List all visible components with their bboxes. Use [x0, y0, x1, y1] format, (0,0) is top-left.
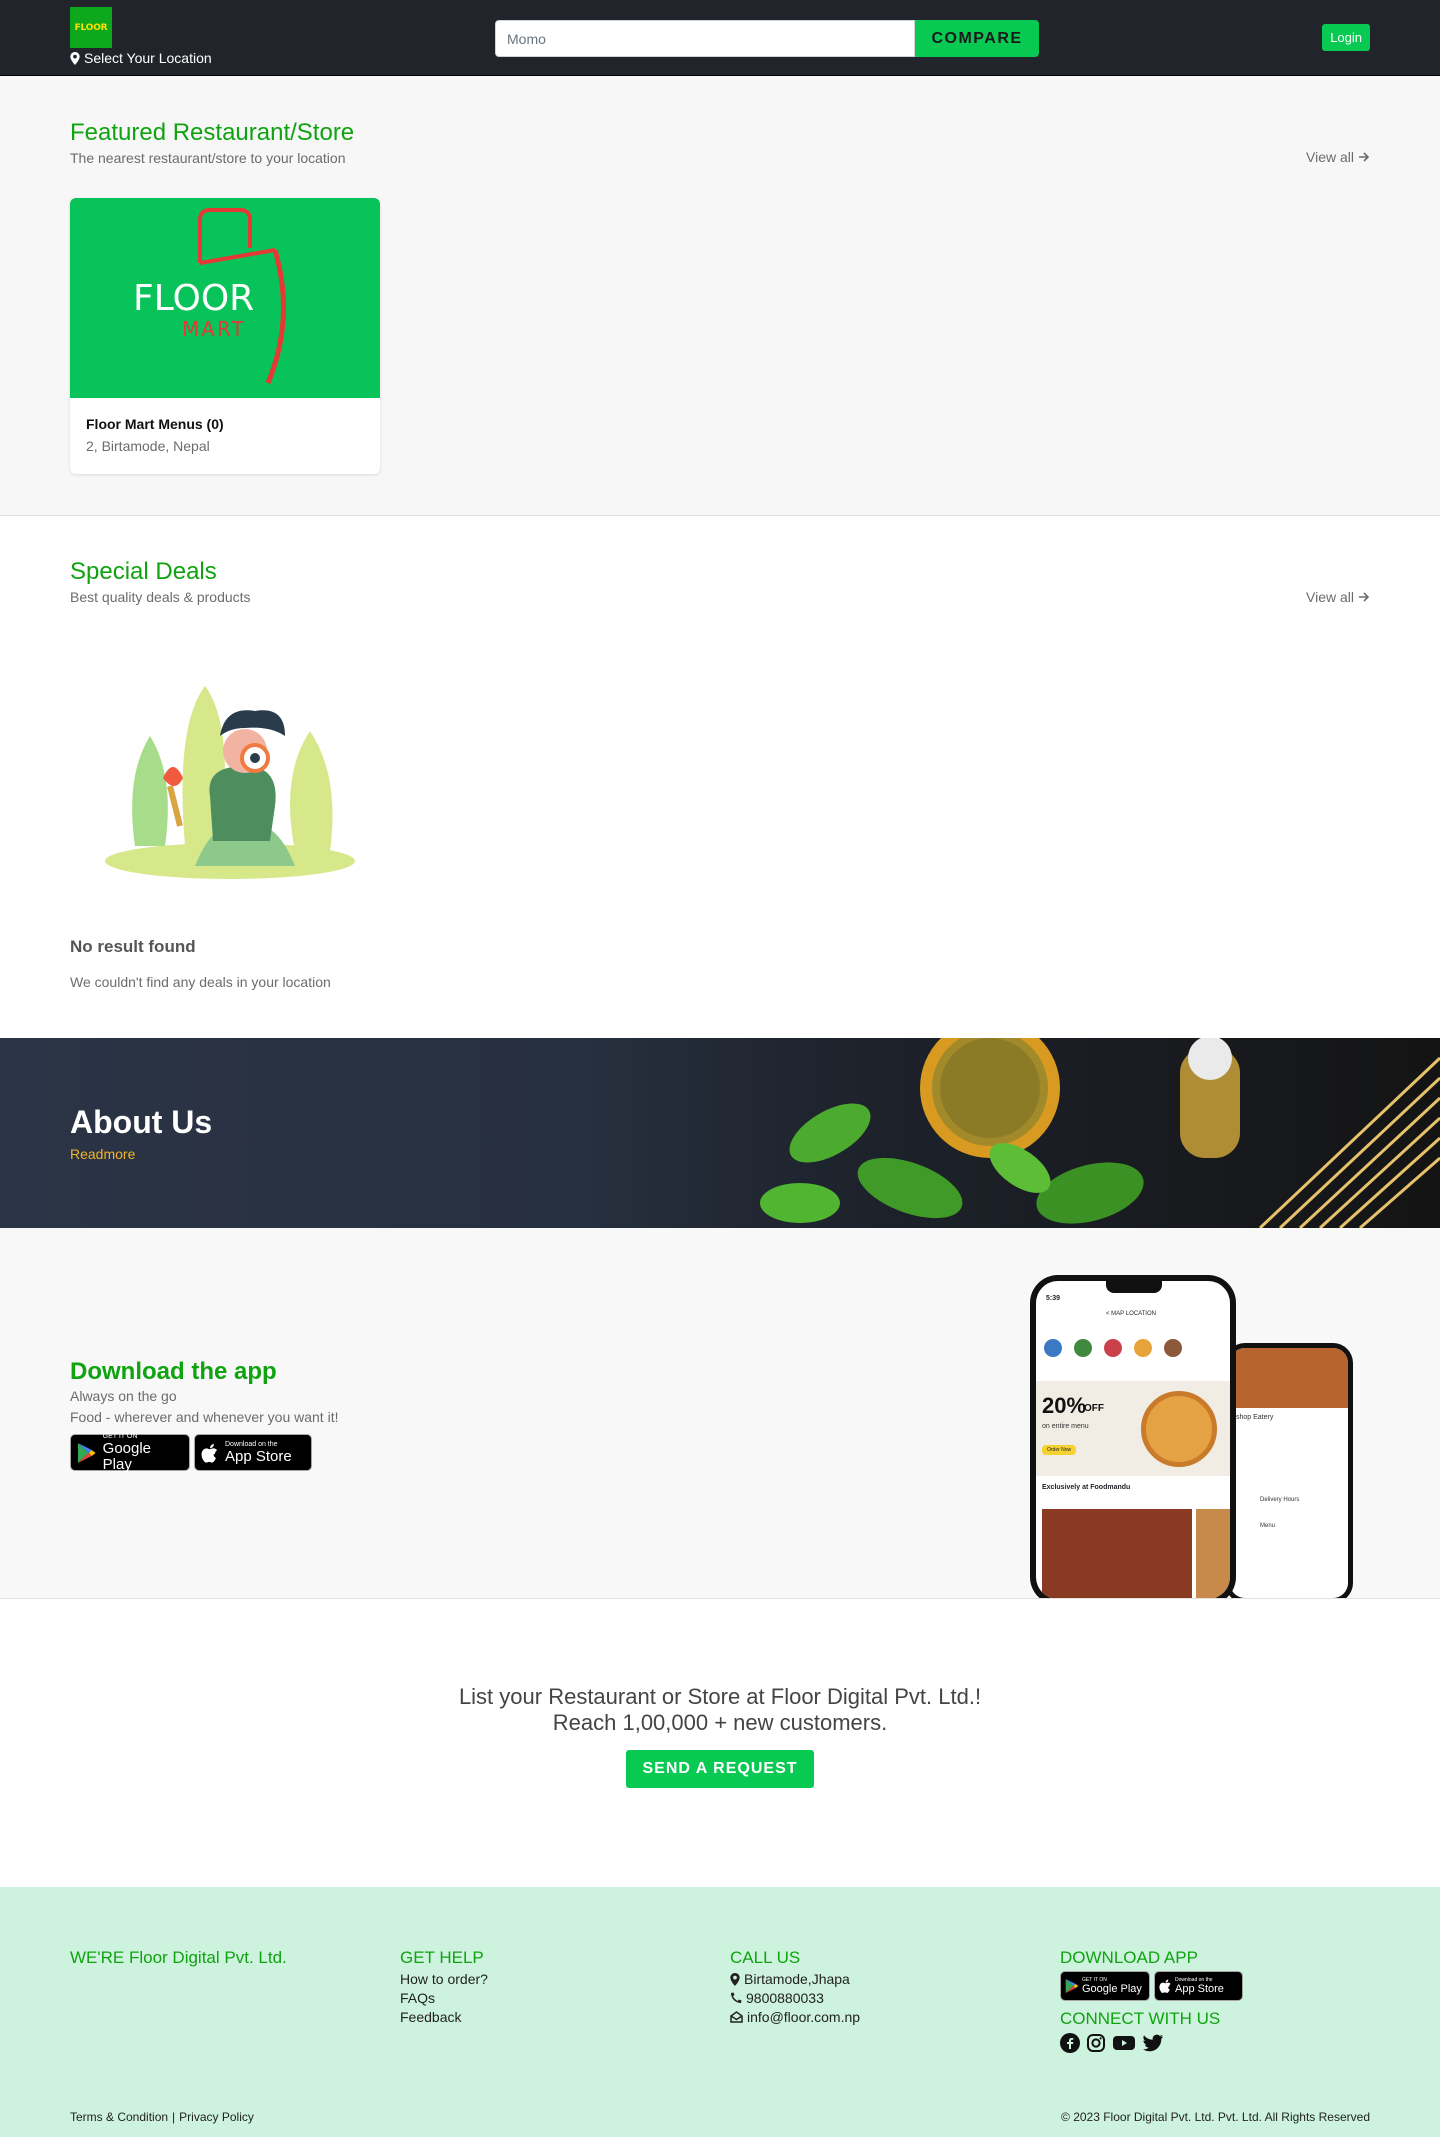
food-banner-image: [760, 1038, 1440, 1228]
deals-subtitle: Best quality deals & products: [70, 589, 251, 605]
facebook-icon[interactable]: [1060, 2033, 1080, 2053]
google-play-button[interactable]: GET IT ON Google Play: [70, 1433, 190, 1473]
restaurant-card[interactable]: FLOOR MART Floor Mart Menus (0) 2, Birta…: [70, 198, 380, 474]
privacy-link[interactable]: Privacy Policy: [179, 2110, 254, 2124]
compare-button[interactable]: COMPARE: [915, 20, 1039, 57]
app-store-button[interactable]: Download on the App Store: [194, 1434, 312, 1471]
list-restaurant-cta: List your Restaurant or Store at Floor D…: [0, 1599, 1440, 1887]
no-result-subtitle: We couldn't find any deals in your locat…: [70, 974, 331, 990]
cta-line-1: List your Restaurant or Store at Floor D…: [458, 1684, 982, 1709]
cta-line-2: Reach 1,00,000 + new customers.: [552, 1710, 888, 1735]
search-bar: COMPARE: [495, 20, 1039, 57]
apple-icon: [1159, 1979, 1171, 1993]
footer-phone[interactable]: 9800880033: [730, 1990, 860, 2006]
featured-title: Featured Restaurant/Store: [70, 119, 355, 146]
youtube-icon[interactable]: [1112, 2033, 1136, 2053]
featured-section: Featured Restaurant/Store The nearest re…: [0, 76, 1440, 516]
select-location-button[interactable]: Select Your Location: [70, 50, 212, 66]
footer-call-heading: CALL US: [730, 1948, 801, 1967]
about-banner: About Us Readmore: [0, 1038, 1440, 1228]
footer-link-how-to-order[interactable]: How to order?: [400, 1971, 488, 1987]
phone-mockup-front: 5:39 < MAP LOCATION 20% OFF on entire me…: [1030, 1275, 1236, 1598]
no-result-title: No result found: [70, 937, 196, 956]
download-tagline-1: Always on the go: [70, 1388, 177, 1404]
terms-link[interactable]: Terms & Condition: [70, 2110, 168, 2124]
arrow-right-icon: [1359, 592, 1370, 602]
phone-eatery-label: shop Eatery: [1236, 1414, 1274, 1421]
logo-floor-text: FLOOR: [133, 278, 254, 319]
phone-menu-label: Menu: [1260, 1523, 1276, 1529]
view-all-label: View all: [1306, 589, 1354, 605]
phone-promo-off: OFF: [1084, 1403, 1104, 1414]
phone-time: 5:39: [1046, 1295, 1061, 1302]
phone-promo-button: Order Now: [1042, 1445, 1077, 1455]
about-title: About Us: [70, 1104, 213, 1140]
twitter-icon[interactable]: [1142, 2033, 1164, 2053]
google-play-icon: [1065, 1979, 1079, 1993]
phone-promo-percent: 20%: [1042, 1393, 1087, 1418]
footer-connect-heading: CONNECT WITH US: [1060, 2009, 1221, 2028]
phone-exclusive-label: Exclusively at Foodmandu: [1042, 1484, 1131, 1491]
envelope-open-icon: [730, 2011, 743, 2023]
deals-title: Special Deals: [70, 558, 217, 585]
location-label: Select Your Location: [84, 50, 212, 66]
download-title: Download the app: [70, 1358, 277, 1385]
legal-separator: |: [172, 2110, 176, 2124]
login-button[interactable]: Login: [1322, 24, 1370, 51]
footer-apple-big: App Store: [1175, 1983, 1224, 1995]
restaurant-card-image: FLOOR MART: [70, 198, 380, 398]
google-play-big: Google Play: [102, 1439, 152, 1473]
footer-app-store-button[interactable]: Download on the App Store: [1154, 1971, 1243, 2001]
footer-address: Birtamode,Jhapa: [730, 1971, 860, 1987]
phone-delivery-label: Delivery Hours: [1260, 1497, 1300, 1503]
footer-link-faqs[interactable]: FAQs: [400, 1990, 488, 2006]
send-request-button[interactable]: SEND A REQUEST: [626, 1750, 814, 1788]
phone-promo-sub: on entire menu: [1042, 1423, 1089, 1430]
google-play-icon: [77, 1442, 96, 1463]
site-logo[interactable]: FLOOR: [70, 7, 112, 48]
footer-phone-text: 9800880033: [746, 1990, 824, 2006]
top-navbar: FLOOR Select Your Location COMPARE Login: [0, 0, 1440, 76]
footer-google-big: Google Play: [1082, 1983, 1142, 1995]
footer-download-heading: DOWNLOAD APP: [1060, 1948, 1198, 1967]
app-store-big: App Store: [225, 1447, 292, 1465]
footer-email[interactable]: info@floor.com.np: [730, 2009, 860, 2025]
no-result-illustration: [105, 686, 355, 879]
view-all-label: View all: [1306, 149, 1354, 165]
search-input[interactable]: [495, 20, 915, 57]
phone-icon: [731, 1992, 742, 2003]
arrow-right-icon: [1359, 152, 1370, 162]
about-readmore-link[interactable]: Readmore: [70, 1146, 135, 1162]
download-tagline-2: Food - wherever and whenever you want it…: [70, 1409, 339, 1425]
download-app-section: Download the app Always on the go Food -…: [0, 1228, 1440, 1599]
logo-mart-text: MART: [182, 317, 246, 341]
special-deals-section: Special Deals Best quality deals & produ…: [0, 516, 1440, 1038]
phone-map-label: < MAP LOCATION: [1106, 1311, 1156, 1317]
footer-help-heading: GET HELP: [400, 1948, 484, 1967]
map-pin-icon: [70, 51, 80, 65]
footer-google-play-button[interactable]: GET IT ON Google Play: [1060, 1971, 1150, 2001]
footer-email-text: info@floor.com.np: [747, 2009, 861, 2025]
footer-link-feedback[interactable]: Feedback: [400, 2009, 488, 2025]
footer-about-heading: WE'RE Floor Digital Pvt. Ltd.: [70, 1948, 287, 1967]
phone-mockup-back: shop Eatery Delivery Hours Menu: [1225, 1343, 1353, 1598]
featured-view-all-link[interactable]: View all: [1306, 149, 1370, 165]
site-footer: WE'RE Floor Digital Pvt. Ltd. GET HELP H…: [0, 1887, 1440, 2137]
featured-subtitle: The nearest restaurant/store to your loc…: [70, 150, 346, 166]
map-pin-icon: [730, 1972, 740, 1986]
deals-view-all-link[interactable]: View all: [1306, 589, 1370, 605]
instagram-icon[interactable]: [1086, 2033, 1106, 2053]
logo-text: FLOOR: [74, 22, 108, 33]
floor-mart-logo: FLOOR MART: [133, 208, 287, 384]
footer-address-text: Birtamode,Jhapa: [744, 1971, 850, 1987]
copyright-text: © 2023 Floor Digital Pvt. Ltd. Pvt. Ltd.…: [1061, 2110, 1370, 2124]
restaurant-name: Floor Mart Menus (0): [86, 416, 224, 432]
apple-icon: [201, 1443, 218, 1463]
restaurant-address: 2, Birtamode, Nepal: [86, 438, 210, 454]
